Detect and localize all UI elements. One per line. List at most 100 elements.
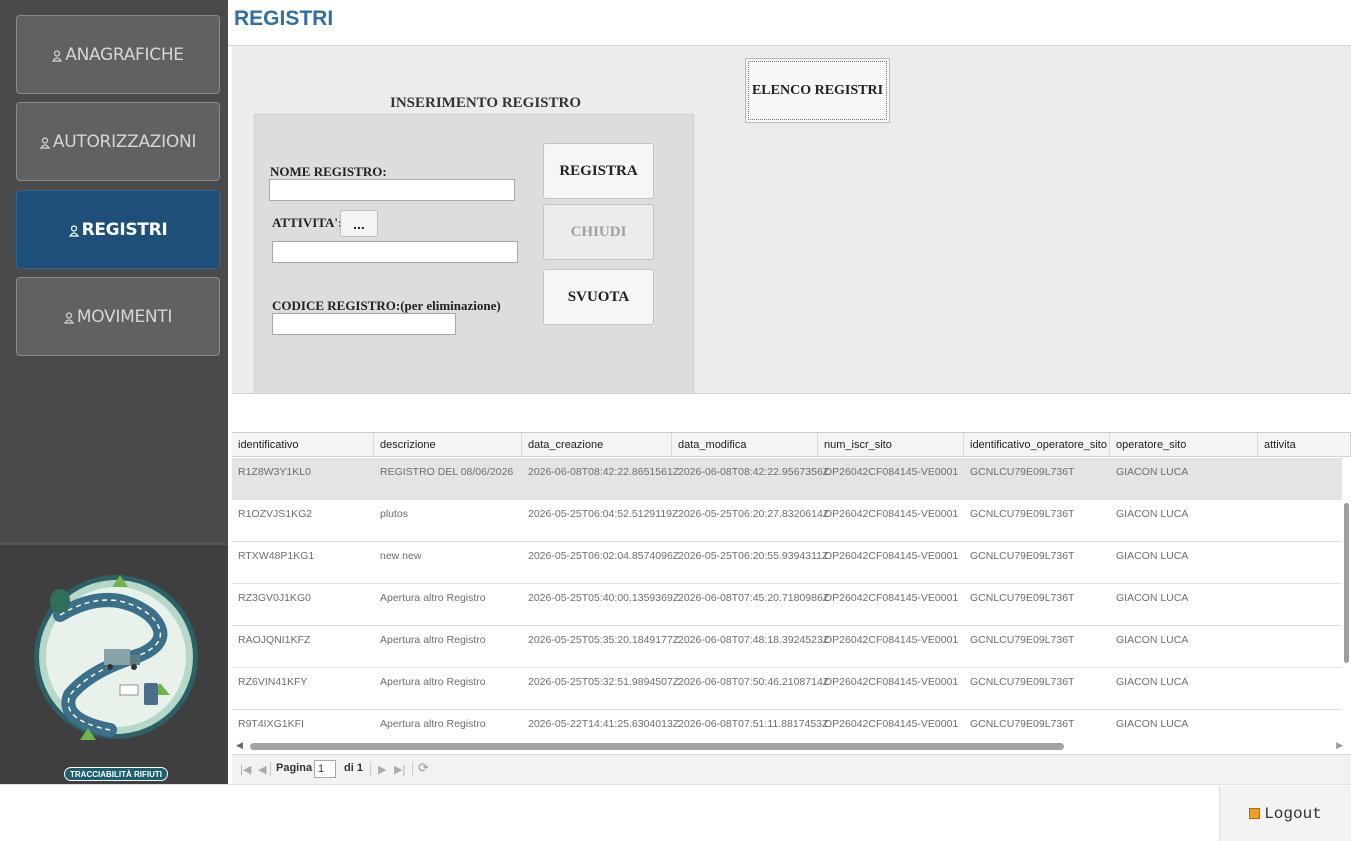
cell-data-modifica: 2026-06-08T07:48:18.3924523Z: [678, 634, 830, 646]
cell-descrizione: new new: [380, 550, 422, 562]
cell-operatore: GIACON LUCA: [1116, 592, 1189, 604]
user-icon: [39, 136, 51, 149]
cell-num-iscr-sito: OP26042CF084145-VE0001: [824, 676, 959, 688]
pager: |◀ ◀ Pagina 1 di 1 ▶ ▶| ⟳: [232, 754, 1351, 784]
form-title: INSERIMENTO REGISTRO: [390, 95, 582, 111]
table-row[interactable]: RZ6VIN41KFY Apertura altro Registro 2026…: [232, 668, 1342, 710]
cell-descrizione: Apertura altro Registro: [380, 718, 486, 730]
column-header[interactable]: operatore_sito: [1110, 433, 1258, 457]
cell-id-operatore: GCNLCU79E09L736T: [970, 718, 1075, 730]
cell-data-modifica: 2026-06-08T07:45:20.7180986Z: [678, 592, 830, 604]
cell-id-operatore: GCNLCU79E09L736T: [970, 466, 1075, 478]
vertical-scroll-thumb[interactable]: [1344, 503, 1349, 663]
prev-page-icon[interactable]: ◀: [258, 763, 266, 776]
cell-data-creazione: 2026-05-25T06:04:52.5129119Z: [528, 508, 679, 520]
table-row[interactable]: RAOJQNI1KFZ Apertura altro Registro 2026…: [232, 626, 1342, 668]
cell-num-iscr-sito: OP26042CF084145-VE0001: [824, 508, 959, 520]
attivita-field[interactable]: [272, 241, 518, 263]
grid-header: identificativo descrizione data_creazion…: [232, 433, 1351, 457]
cell-descrizione: Apertura altro Registro: [380, 592, 486, 604]
nome-registro-input[interactable]: [269, 179, 515, 201]
nav-movimenti-label: MOVIMENTI: [76, 306, 173, 327]
column-header[interactable]: attivita: [1258, 433, 1351, 457]
cell-identificativo: RAOJQNI1KFZ: [238, 634, 311, 646]
cell-descrizione: Apertura altro Registro: [380, 634, 486, 646]
nav-anagrafiche[interactable]: ANAGRAFICHE: [16, 15, 220, 94]
logout-icon: [1249, 808, 1261, 819]
column-header[interactable]: descrizione: [374, 433, 522, 457]
cell-id-operatore: GCNLCU79E09L736T: [970, 550, 1075, 562]
cell-descrizione: REGISTRO DEL 08/06/2026: [380, 466, 514, 478]
refresh-icon[interactable]: ⟳: [418, 760, 429, 776]
cell-id-operatore: GCNLCU79E09L736T: [970, 592, 1075, 604]
nav-registri[interactable]: REGISTRI: [16, 190, 220, 269]
registri-grid: identificativo descrizione data_creazion…: [232, 432, 1351, 784]
horizontal-scroll-thumb[interactable]: [250, 743, 1064, 750]
vertical-scrollbar[interactable]: [1343, 461, 1349, 731]
cell-data-modifica: 2026-05-25T06:20:27.8320614Z: [678, 508, 830, 520]
column-header[interactable]: data_creazione: [522, 433, 672, 457]
tracciabilita-logo: [34, 575, 198, 740]
user-icon: [52, 49, 63, 62]
nav-registri-label: REGISTRI: [81, 219, 168, 240]
logout-button[interactable]: Logout: [1219, 786, 1351, 841]
column-header[interactable]: num_iscr_sito: [818, 433, 964, 457]
cell-num-iscr-sito: OP26042CF084145-VE0001: [824, 550, 959, 562]
table-row[interactable]: R1Z8W3Y1KL0 REGISTRO DEL 08/06/2026 2026…: [232, 458, 1342, 500]
column-header[interactable]: data_modifica: [672, 433, 818, 457]
cell-operatore: GIACON LUCA: [1116, 550, 1189, 562]
user-icon: [68, 224, 79, 237]
table-row[interactable]: R1OZVJS1KG2 plutos 2026-05-25T06:04:52.5…: [232, 500, 1342, 542]
cell-operatore: GIACON LUCA: [1116, 634, 1189, 646]
cell-num-iscr-sito: OP26042CF084145-VE0001: [824, 466, 959, 478]
svuota-button[interactable]: SVUOTA: [543, 269, 654, 325]
elenco-registri-button[interactable]: ELENCO REGISTRI: [745, 58, 890, 123]
chiudi-button[interactable]: CHIUDI: [543, 204, 654, 260]
scroll-right-icon[interactable]: ▶: [1336, 740, 1343, 751]
cell-identificativo: R9T4IXG1KFI: [238, 718, 304, 730]
last-page-icon[interactable]: ▶|: [394, 763, 405, 776]
codice-registro-input[interactable]: [272, 313, 456, 335]
cell-data-modifica: 2026-05-25T06:20:55.9394311Z: [678, 550, 829, 562]
attivita-select-button[interactable]: ...: [340, 210, 378, 237]
page-title: REGISTRI: [234, 7, 334, 30]
nav-movimenti[interactable]: MOVIMENTI: [16, 277, 220, 356]
separator: [270, 762, 271, 776]
registra-button[interactable]: REGISTRA: [543, 143, 654, 199]
page-label: Pagina: [276, 762, 313, 774]
next-page-icon[interactable]: ▶: [378, 763, 386, 776]
attivita-label: ATTIVITA':: [272, 215, 343, 230]
column-header[interactable]: identificativo_operatore_sito: [964, 433, 1110, 457]
cell-id-operatore: GCNLCU79E09L736T: [970, 508, 1075, 520]
table-row[interactable]: R9T4IXG1KFI Apertura altro Registro 2026…: [232, 710, 1342, 740]
first-page-icon[interactable]: |◀: [240, 763, 251, 776]
nav-anagrafiche-label: ANAGRAFICHE: [65, 44, 184, 65]
nav-autorizzazioni[interactable]: AUTORIZZAZIONI: [16, 102, 220, 181]
column-header[interactable]: identificativo: [232, 433, 374, 457]
cell-data-modifica: 2026-06-08T07:50:46.2108714Z: [678, 676, 830, 688]
footer: [0, 784, 1351, 841]
cell-id-operatore: GCNLCU79E09L736T: [970, 676, 1075, 688]
codice-registro-label: CODICE REGISTRO:(per eliminazione): [272, 298, 501, 313]
cell-data-creazione: 2026-06-08T08:42:22.8651561Z: [528, 466, 680, 478]
separator: [370, 762, 371, 776]
table-row[interactable]: RZ3GV0J1KG0 Apertura altro Registro 2026…: [232, 584, 1342, 626]
cell-descrizione: Apertura altro Registro: [380, 676, 486, 688]
horizontal-scrollbar[interactable]: ◀ ▶: [232, 739, 1351, 753]
cell-operatore: GIACON LUCA: [1116, 508, 1189, 520]
cell-data-creazione: 2026-05-25T05:32:51.9894507Z: [528, 676, 680, 688]
user-icon: [63, 311, 75, 324]
cell-data-creazione: 2026-05-25T06:02:04.8574096Z: [528, 550, 680, 562]
page-number-input[interactable]: 1: [314, 760, 336, 778]
cell-data-creazione: 2026-05-25T05:40:00.1359369Z: [528, 592, 680, 604]
cell-identificativo: RTXW48P1KG1: [238, 550, 315, 562]
separator: [412, 762, 413, 776]
cell-identificativo: RZ3GV0J1KG0: [238, 592, 311, 604]
cell-data-creazione: 2026-05-22T14:41:25.6304013Z: [528, 718, 680, 730]
cell-identificativo: R1OZVJS1KG2: [238, 508, 313, 520]
table-row[interactable]: RTXW48P1KG1 new new 2026-05-25T06:02:04.…: [232, 542, 1342, 584]
scroll-left-icon[interactable]: ◀: [236, 740, 243, 751]
logo-badge: TRACCIABILITÀ RIFIUTI: [64, 767, 168, 781]
cell-data-modifica: 2026-06-08T07:51:11.8817453Z: [678, 718, 829, 730]
cell-num-iscr-sito: OP26042CF084145-VE0001: [824, 718, 959, 730]
